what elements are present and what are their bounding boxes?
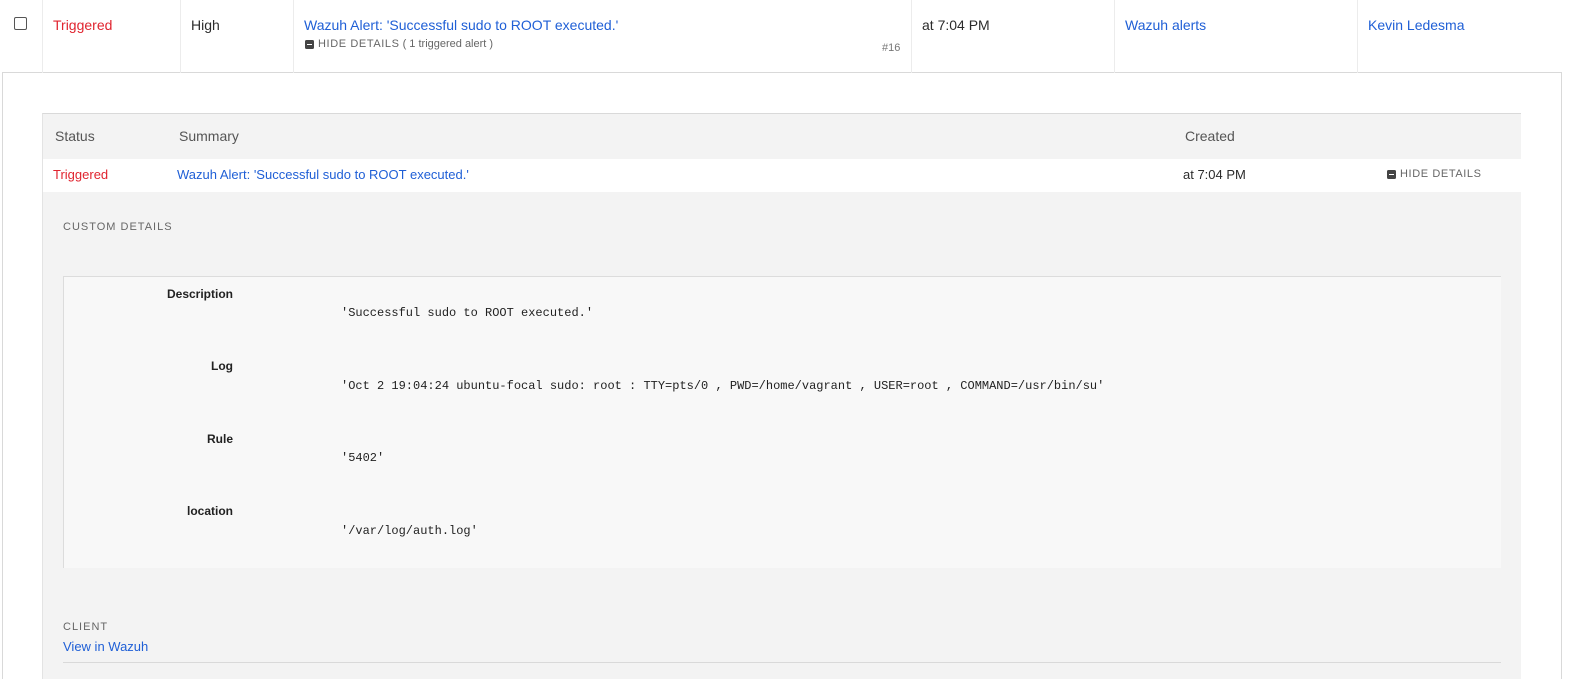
alert-status: Triggered	[53, 167, 109, 182]
incident-hide-details-toggle[interactable]: HIDE DETAILS( 1 triggered alert )	[305, 38, 493, 50]
detail-key-location: location	[186, 504, 233, 518]
detail-value-log: 'Oct 2 19:04:24 ubuntu-focal sudo: root …	[341, 379, 1105, 393]
incident-title-link[interactable]: Wazuh Alert: 'Successful sudo to ROOT ex…	[304, 17, 618, 33]
incident-number: #16	[882, 42, 901, 54]
hide-details-label: HIDE DETAILS	[1400, 168, 1482, 181]
detail-value-description: 'Successful sudo to ROOT executed.'	[341, 306, 594, 320]
triggered-alert-count: ( 1 triggered alert )	[402, 38, 494, 51]
status-cell: Triggered	[42, 0, 180, 73]
alert-row: Triggered Wazuh Alert: 'Successful sudo …	[43, 159, 1521, 192]
title-cell: Wazuh Alert: 'Successful sudo to ROOT ex…	[293, 0, 911, 73]
service-link[interactable]: Wazuh alerts	[1125, 17, 1206, 33]
column-header-summary: Summary	[179, 128, 239, 144]
column-header-created: Created	[1185, 128, 1235, 144]
detail-value-rule: '5402'	[341, 451, 385, 465]
created-cell: at 7:04 PM	[911, 0, 1114, 73]
collapse-minus-icon	[305, 39, 314, 49]
column-header-status: Status	[55, 128, 95, 144]
incident-row: Triggered High Wazuh Alert: 'Successful …	[2, 0, 1562, 73]
alert-summary-link[interactable]: Wazuh Alert: 'Successful sudo to ROOT ex…	[177, 167, 469, 182]
assignee-link[interactable]: Kevin Ledesma	[1368, 17, 1465, 33]
alert-created: at 7:04 PM	[1183, 167, 1246, 182]
client-heading: CLIENT	[63, 621, 109, 633]
urgency-cell: High	[180, 0, 293, 73]
assignee-cell: Kevin Ledesma	[1357, 0, 1562, 73]
alerts-table: Status Summary Created Triggered Wazuh A…	[42, 113, 1521, 679]
detail-key-description: Description	[166, 287, 233, 301]
incident-checkbox[interactable]	[14, 17, 27, 30]
hide-details-label: HIDE DETAILS	[318, 38, 400, 51]
custom-details-heading: CUSTOM DETAILS	[63, 221, 173, 233]
incident-status: Triggered	[53, 17, 113, 33]
alerts-table-header: Status Summary Created	[43, 114, 1521, 159]
incident-created: at 7:04 PM	[922, 17, 990, 33]
service-cell: Wazuh alerts	[1114, 0, 1357, 73]
custom-details-box: Description 'Successful sudo to ROOT exe…	[63, 276, 1501, 568]
detail-key-log: Log	[211, 359, 233, 373]
detail-key-rule: Rule	[206, 432, 233, 446]
incident-urgency: High	[191, 17, 220, 33]
checkbox-cell	[2, 0, 42, 73]
collapse-minus-icon	[1387, 169, 1396, 179]
detail-value-location: '/var/log/auth.log'	[341, 524, 478, 538]
divider	[63, 662, 1501, 663]
view-in-wazuh-link[interactable]: View in Wazuh	[63, 639, 148, 654]
alert-hide-details-toggle[interactable]: HIDE DETAILS	[1387, 168, 1482, 180]
